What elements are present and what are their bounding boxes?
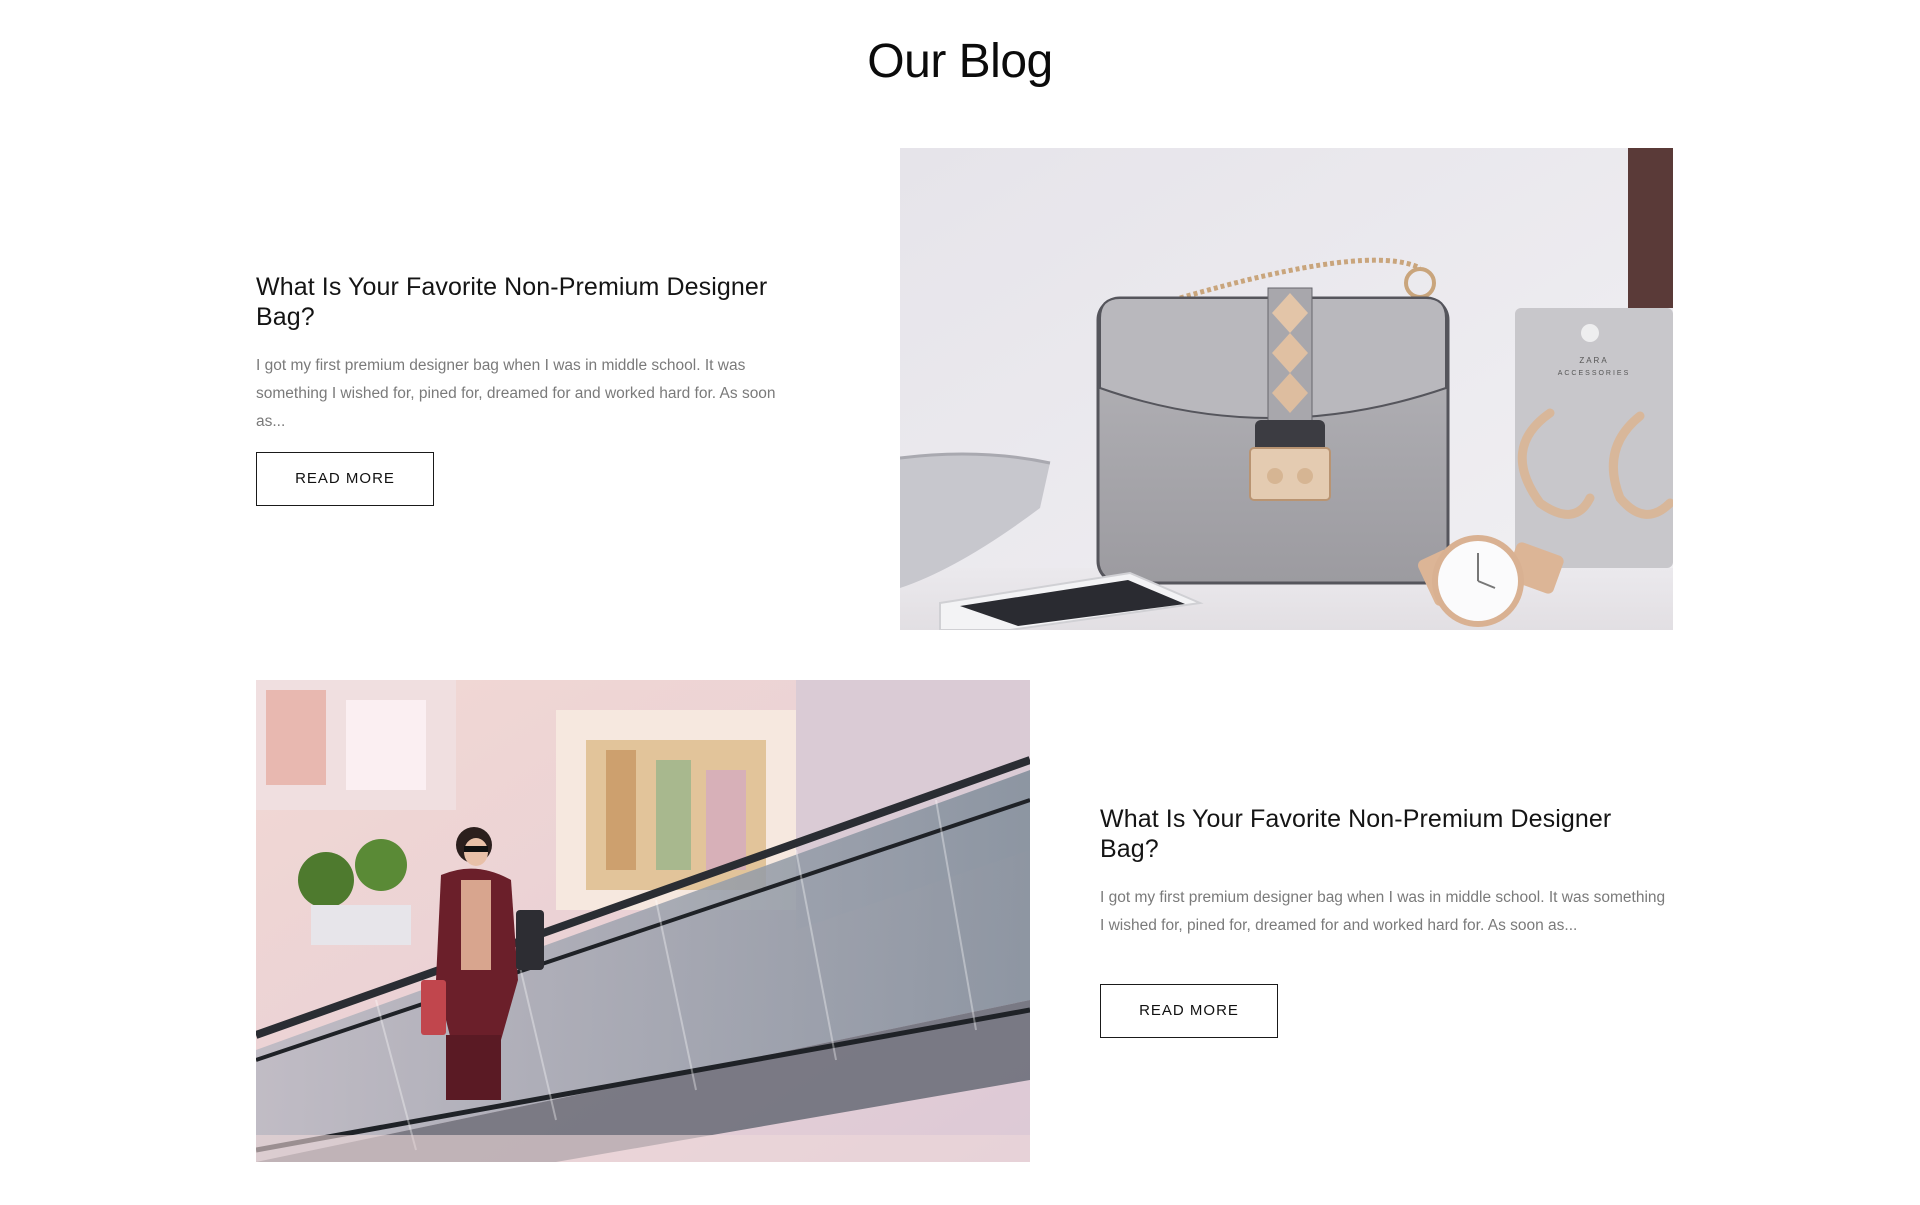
post-1-read-more-button[interactable]: READ MORE (256, 452, 434, 506)
blog-section: Our Blog What Is Your Favorite Non-Premi… (0, 0, 1920, 1205)
escalator-photo (256, 680, 1030, 1162)
post-1-excerpt-wrap: I got my first premium designer bag when… (256, 352, 776, 436)
post-2-heading[interactable]: What Is Your Favorite Non-Premium Design… (1100, 804, 1660, 864)
handbag-photo: ZARA ACCESSORIES (900, 148, 1673, 630)
post-2-excerpt-wrap: I got my first premium designer bag when… (1100, 884, 1672, 940)
card-text-line: ACCESSORIES (1558, 370, 1631, 377)
post-1-heading[interactable]: What Is Your Favorite Non-Premium Design… (256, 272, 786, 332)
post-2-excerpt: I got my first premium designer bag when… (1100, 889, 1666, 934)
post-2-text: What Is Your Favorite Non-Premium Design… (1100, 804, 1660, 864)
post-2-read-more-button[interactable]: READ MORE (1100, 984, 1278, 1038)
post-1-text: What Is Your Favorite Non-Premium Design… (256, 272, 786, 332)
section-title: Our Blog (867, 35, 1053, 88)
card-text-brand: ZARA (1579, 356, 1608, 365)
post-1-excerpt: I got my first premium designer bag when… (256, 357, 776, 430)
post-2-image[interactable] (256, 680, 1030, 1162)
post-1-image[interactable]: ZARA ACCESSORIES (900, 148, 1673, 630)
